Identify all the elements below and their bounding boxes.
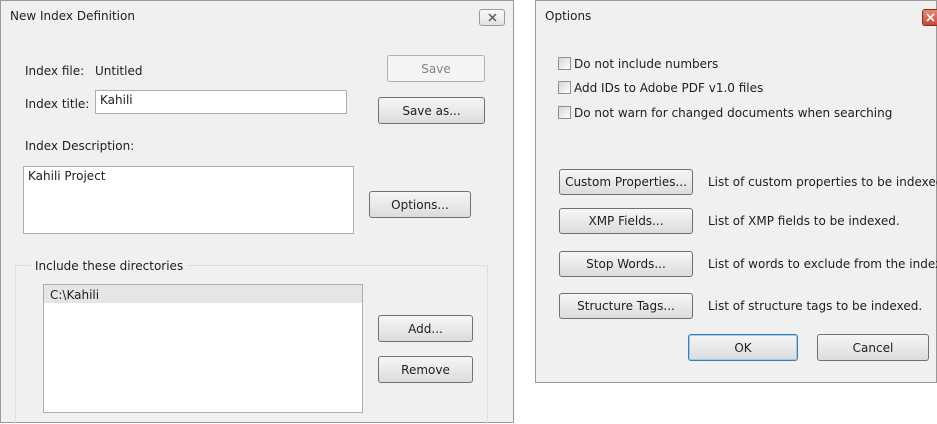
stop-words-button[interactable]: Stop Words... [559, 251, 693, 277]
xmp-fields-description: List of XMP fields to be indexed. [708, 214, 900, 228]
close-icon [487, 13, 497, 22]
options-button[interactable]: Options... [369, 191, 471, 218]
checkbox-label-do-not-warn-changed-documents: Do not warn for changed documents when s… [574, 106, 893, 120]
dialog-title: New Index Definition [10, 9, 135, 23]
directories-list[interactable]: C:\Kahili [43, 284, 363, 413]
stop-words-description: List of words to exclude from the index. [708, 257, 937, 271]
index-title-field[interactable]: Kahili [95, 90, 347, 114]
list-item[interactable]: C:\Kahili [50, 288, 99, 302]
checkbox-label-do-not-include-numbers: Do not include numbers [574, 57, 719, 71]
checkbox-add-ids-to-pdf[interactable] [558, 81, 571, 94]
close-icon [926, 13, 935, 22]
add-button[interactable]: Add... [378, 315, 473, 342]
close-button[interactable] [479, 9, 505, 26]
structure-tags-button[interactable]: Structure Tags... [559, 293, 693, 319]
structure-tags-description: List of structure tags to be indexed. [708, 299, 923, 313]
index-description-label: Index Description: [25, 139, 135, 153]
directories-group-label: Include these directories [31, 259, 188, 273]
custom-properties-button[interactable]: Custom Properties... [559, 169, 693, 195]
custom-properties-description: List of custom properties to be indexed. [708, 175, 937, 189]
cancel-button[interactable]: Cancel [817, 334, 929, 361]
ok-button[interactable]: OK [688, 334, 798, 361]
options-dialog-title: Options [545, 9, 592, 23]
xmp-fields-button[interactable]: XMP Fields... [559, 208, 693, 234]
options-dialog: Options Do not include numbers Add IDs t… [535, 0, 937, 383]
index-description-field[interactable]: Kahili Project [23, 166, 354, 234]
new-index-definition-dialog: New Index Definition Index file: Untitle… [0, 0, 514, 424]
checkbox-do-not-include-numbers[interactable] [558, 57, 571, 70]
checkbox-do-not-warn-changed-documents[interactable] [558, 106, 571, 119]
close-button[interactable] [922, 9, 937, 26]
index-file-value: Untitled [95, 64, 143, 78]
save-button[interactable]: Save [387, 55, 485, 82]
index-file-label: Index file: [25, 64, 85, 78]
index-title-label: Index title: [25, 97, 90, 111]
remove-button[interactable]: Remove [378, 356, 473, 383]
checkbox-label-add-ids-to-pdf: Add IDs to Adobe PDF v1.0 files [574, 81, 764, 95]
save-as-button[interactable]: Save as... [378, 97, 485, 124]
